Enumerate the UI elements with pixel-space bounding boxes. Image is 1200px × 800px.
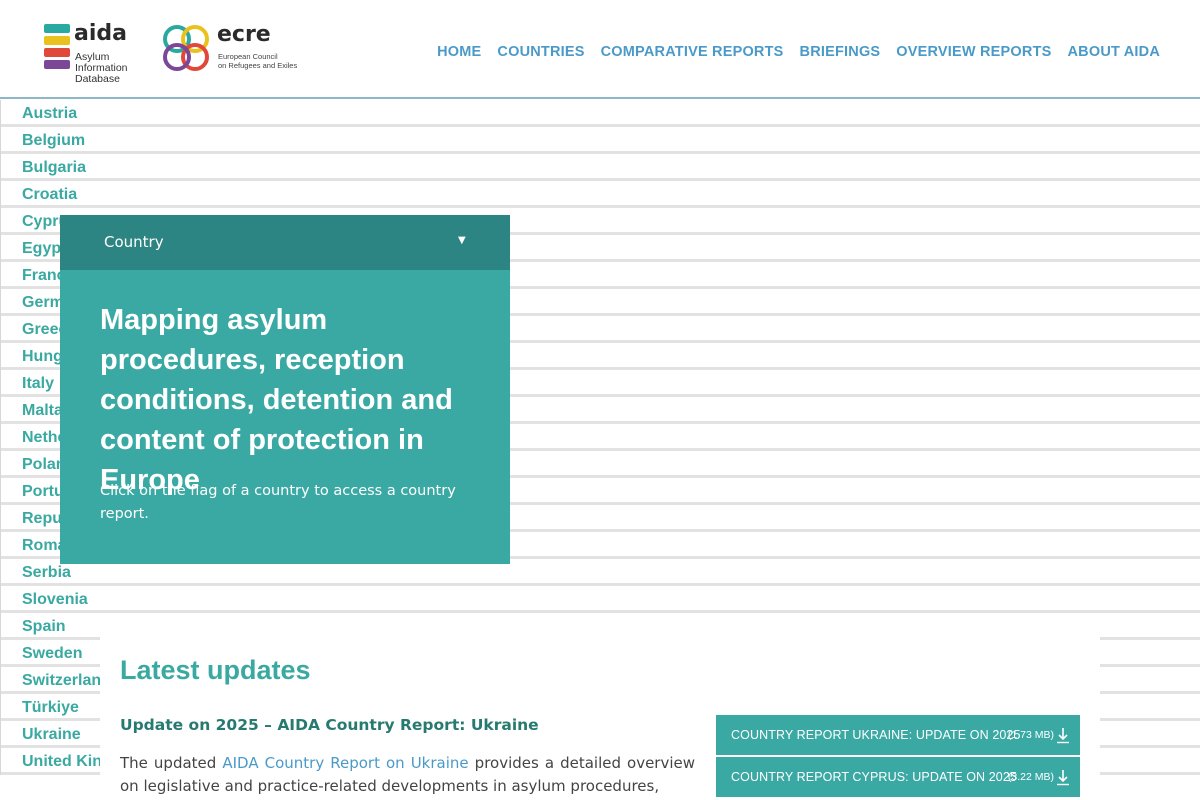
latest-updates-title: Latest updates	[120, 655, 311, 685]
aida-logo[interactable]: aida Asylum Information Database	[44, 21, 158, 85]
country-link-belgium[interactable]: Belgium	[22, 127, 85, 154]
country-select-label: Country	[104, 233, 164, 251]
report-label: COUNTRY REPORT CYPRUS: UPDATE ON 2025	[731, 770, 1017, 784]
nav-briefings[interactable]: BRIEFINGS	[800, 44, 881, 60]
aida-logo-word: aida	[74, 21, 127, 46]
nav-comparative-reports[interactable]: COMPARATIVE REPORTS	[601, 44, 784, 60]
country-link-sweden[interactable]: Sweden	[22, 640, 82, 667]
aida-logo-subtitle: Asylum Information Database	[75, 51, 128, 85]
report-size: (1.73 MB)	[1007, 729, 1054, 741]
aida-logo-bars	[44, 24, 70, 78]
latest-updates-section: Latest updates Update on 2025 – AIDA Cou…	[100, 630, 1100, 800]
report-size: (3.22 MB)	[1007, 771, 1054, 783]
list-item: Austria	[1, 100, 1200, 127]
country-link-ukraine[interactable]: Ukraine	[22, 721, 81, 748]
list-item: Belgium	[1, 127, 1200, 154]
country-link-austria[interactable]: Austria	[22, 100, 77, 127]
caret-down-icon: ▼	[458, 235, 466, 246]
country-link-italy[interactable]: Italy	[22, 370, 54, 397]
country-link-malta[interactable]: Malta	[22, 397, 63, 424]
ecre-logo-subtitle: European Council on Refugees and Exiles	[218, 52, 298, 70]
update-heading[interactable]: Update on 2025 – AIDA Country Report: Uk…	[120, 716, 539, 734]
country-link-switzerland[interactable]: Switzerland	[22, 667, 111, 694]
report-label: COUNTRY REPORT UKRAINE: UPDATE ON 2025	[731, 728, 1021, 742]
panel-heading: Mapping asylum procedures, reception con…	[100, 304, 453, 496]
main-nav: HOME COUNTRIES COMPARATIVE REPORTS BRIEF…	[437, 44, 1160, 60]
nav-about-aida[interactable]: ABOUT AIDA	[1068, 44, 1160, 60]
ecre-logo[interactable]: ecre European Council on Refugees and Ex…	[160, 22, 300, 78]
intro-panel: Country ▼ Mapping asylum procedures, rec…	[60, 215, 510, 564]
nav-home[interactable]: HOME	[437, 44, 481, 60]
update-body: The updated AIDA Country Report on Ukrai…	[120, 754, 696, 795]
site-header: aida Asylum Information Database ecre Eu…	[0, 0, 1200, 99]
nav-overview-reports[interactable]: OVERVIEW REPORTS	[896, 44, 1051, 60]
nav-countries[interactable]: COUNTRIES	[497, 44, 584, 60]
ecre-logo-word: ecre	[217, 22, 271, 47]
download-icon	[1057, 770, 1069, 786]
report-link[interactable]: AIDA Country Report on Ukraine	[222, 754, 468, 772]
country-link-bulgaria[interactable]: Bulgaria	[22, 154, 86, 181]
country-select[interactable]: Country ▼	[60, 215, 510, 270]
list-item: Croatia	[1, 181, 1200, 208]
download-icon	[1057, 728, 1069, 744]
country-link-spain[interactable]: Spain	[22, 613, 66, 640]
report-download-button[interactable]: COUNTRY REPORT UKRAINE: UPDATE ON 2025 (…	[716, 715, 1080, 755]
ecre-logo-icon	[163, 25, 209, 71]
panel-text: Click on the flag of a country to access…	[100, 483, 456, 522]
list-item: Bulgaria	[1, 154, 1200, 181]
list-item: Slovenia	[1, 586, 1200, 613]
country-link-croatia[interactable]: Croatia	[22, 181, 77, 208]
country-link-turkiye[interactable]: Türkiye	[22, 694, 79, 721]
report-download-button[interactable]: COUNTRY REPORT CYPRUS: UPDATE ON 2025 (3…	[716, 757, 1080, 797]
country-link-slovenia[interactable]: Slovenia	[22, 586, 88, 613]
